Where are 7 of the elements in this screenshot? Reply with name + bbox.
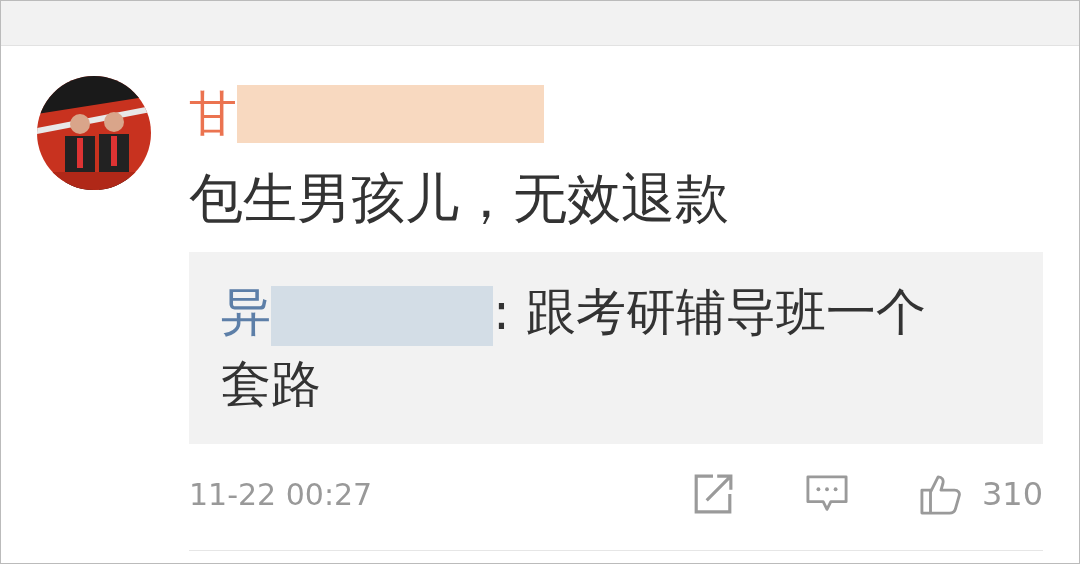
reply-user-name[interactable]: 异 [221, 283, 271, 341]
like-count: 310 [981, 475, 1043, 513]
thumbs-up-icon[interactable] [919, 473, 962, 515]
reply-text: 异 : 跟考研辅导班一个套路 [221, 282, 927, 415]
comment-text: 包生男孩儿，无效退款 [189, 168, 730, 230]
timestamp: 11-22 00:27 [189, 476, 373, 512]
user-name[interactable]: 甘 [189, 82, 237, 146]
